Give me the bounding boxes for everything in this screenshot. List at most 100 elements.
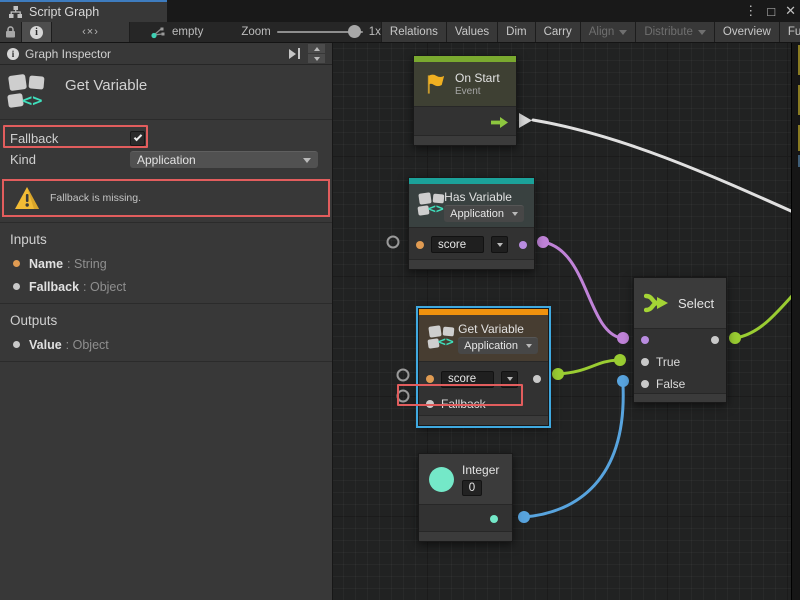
chevron-down-icon (526, 344, 532, 348)
chevron-down-icon (698, 30, 706, 35)
variable-name-picker[interactable] (491, 236, 508, 253)
port-select-output[interactable] (729, 332, 741, 344)
port-fallback-input[interactable] (426, 400, 434, 408)
outputs-section-title: Outputs (0, 304, 332, 333)
wire-get-variable-select (558, 360, 618, 374)
zoom-value: 1x (369, 26, 381, 38)
close-icon[interactable]: ✕ (785, 3, 796, 19)
properties-section: Fallback Kind Application (0, 120, 332, 176)
menu-icon[interactable]: ⋮ (744, 3, 757, 19)
input-port-row-fallback: Fallback : Object (0, 275, 332, 298)
fallback-property-row: Fallback (0, 128, 332, 149)
node-header: On Start Event (414, 62, 516, 106)
script-graph-window: Script Graph ⋮ □ ✕ i ‹×› (0, 0, 800, 600)
node-title: Get Variable (458, 322, 538, 336)
wires-layer (333, 43, 800, 600)
dock-panel-icon[interactable] (289, 48, 300, 59)
kind-dropdown[interactable]: Application (130, 151, 318, 168)
breadcrumb-empty-label[interactable]: empty (172, 26, 203, 38)
integer-value-field[interactable]: 0 (462, 480, 482, 496)
select-merge-icon (644, 292, 670, 314)
node-has-variable[interactable]: <> Has Variable Application score (408, 177, 535, 270)
port-value-output[interactable] (533, 375, 541, 383)
fallback-checkbox[interactable] (130, 131, 145, 146)
port-get-variable-output[interactable] (552, 368, 564, 380)
node-title: Select (678, 296, 714, 311)
carry-button[interactable]: Carry (536, 22, 581, 42)
output-port-row-value: Value : Object (0, 333, 332, 356)
port-selection-output[interactable] (711, 336, 719, 344)
inputs-section-title: Inputs (0, 223, 332, 252)
port-integer-value-output[interactable] (490, 515, 498, 523)
ring-port-get-variable-fallback[interactable] (398, 391, 409, 402)
chevron-down-icon (497, 243, 503, 247)
full-screen-button[interactable]: Full Screen (780, 22, 800, 42)
port-false-input[interactable] (641, 380, 649, 388)
node-on-start[interactable]: On Start Event (413, 55, 517, 146)
info-toggle-button[interactable]: i (22, 22, 52, 42)
ring-port-has-variable[interactable] (388, 237, 399, 248)
port-condition-input[interactable] (641, 336, 649, 344)
port-has-variable-output[interactable] (537, 236, 549, 248)
port-result-output[interactable] (519, 241, 527, 249)
maximize-icon[interactable]: □ (767, 4, 775, 19)
spinner-down-button[interactable] (308, 54, 325, 63)
port-select-condition-input[interactable] (617, 332, 629, 344)
warning-box: Fallback is missing. (2, 179, 330, 217)
right-edge-strip (791, 43, 800, 600)
port-integer-output[interactable] (518, 511, 530, 523)
chevron-down-icon (619, 30, 627, 35)
graph-inspector-panel: i Graph Inspector <> Get Variable Fallba… (0, 43, 333, 600)
code-preview-button[interactable]: ‹×› (52, 22, 130, 42)
values-button[interactable]: Values (447, 22, 498, 42)
node-header: Integer 0 (419, 454, 512, 504)
ring-port-get-variable-name[interactable] (398, 370, 409, 381)
inspector-title: Graph Inspector (25, 47, 283, 61)
variable-name-picker[interactable] (501, 371, 518, 388)
window-controls: ⋮ □ ✕ (744, 0, 796, 22)
graph-canvas[interactable]: On Start Event <> Has Var (333, 43, 800, 600)
variable-name-field[interactable]: score (441, 371, 494, 388)
dim-button[interactable]: Dim (498, 22, 535, 42)
node-select[interactable]: Select True False (633, 277, 727, 403)
zoom-slider[interactable] (277, 31, 363, 33)
fallback-port-label: Fallback (441, 397, 486, 411)
port-true-input[interactable] (641, 358, 649, 366)
variable-kind-dropdown[interactable]: Application (444, 205, 524, 222)
port-select-false-input[interactable] (617, 375, 629, 387)
false-port-label: False (656, 377, 685, 391)
unit-header: <> Get Variable (0, 65, 332, 120)
divider (0, 361, 332, 362)
node-header: <> Get Variable Application (419, 315, 548, 361)
node-subtitle: Event (455, 86, 500, 97)
port-select-true-input[interactable] (614, 354, 626, 366)
code-icon: ‹×› (82, 26, 99, 38)
control-output-triangle-port[interactable] (519, 113, 532, 128)
overview-button[interactable]: Overview (715, 22, 780, 42)
info-icon: i (7, 48, 19, 60)
port-dot-icon (13, 260, 20, 267)
port-name-input[interactable] (426, 375, 434, 383)
port-name-input[interactable] (416, 241, 424, 249)
spinner-up-button[interactable] (308, 44, 325, 53)
node-body (414, 106, 516, 136)
node-get-variable[interactable]: <> Get Variable Application score (418, 308, 549, 426)
distribute-dropdown[interactable]: Distribute (636, 22, 715, 42)
lock-button[interactable] (0, 22, 22, 42)
warning-text: Fallback is missing. (50, 192, 141, 204)
align-dropdown[interactable]: Align (581, 22, 637, 42)
zoom-slider-handle[interactable] (348, 25, 361, 38)
node-body: True False (634, 328, 726, 394)
variable-kind-dropdown[interactable]: Application (458, 337, 538, 354)
integer-icon (429, 467, 454, 492)
tab-script-graph[interactable]: Script Graph (0, 0, 167, 22)
variable-icon: <> (419, 192, 436, 219)
relations-button[interactable]: Relations (381, 22, 447, 42)
variable-name-field[interactable]: score (431, 236, 484, 253)
wire-has-variable-select (543, 242, 621, 338)
control-arrow-icon[interactable] (491, 117, 508, 128)
node-integer[interactable]: Integer 0 (418, 453, 513, 542)
kind-property-label: Kind (10, 152, 36, 167)
check-icon (133, 133, 141, 141)
chevron-down-icon (512, 212, 518, 216)
